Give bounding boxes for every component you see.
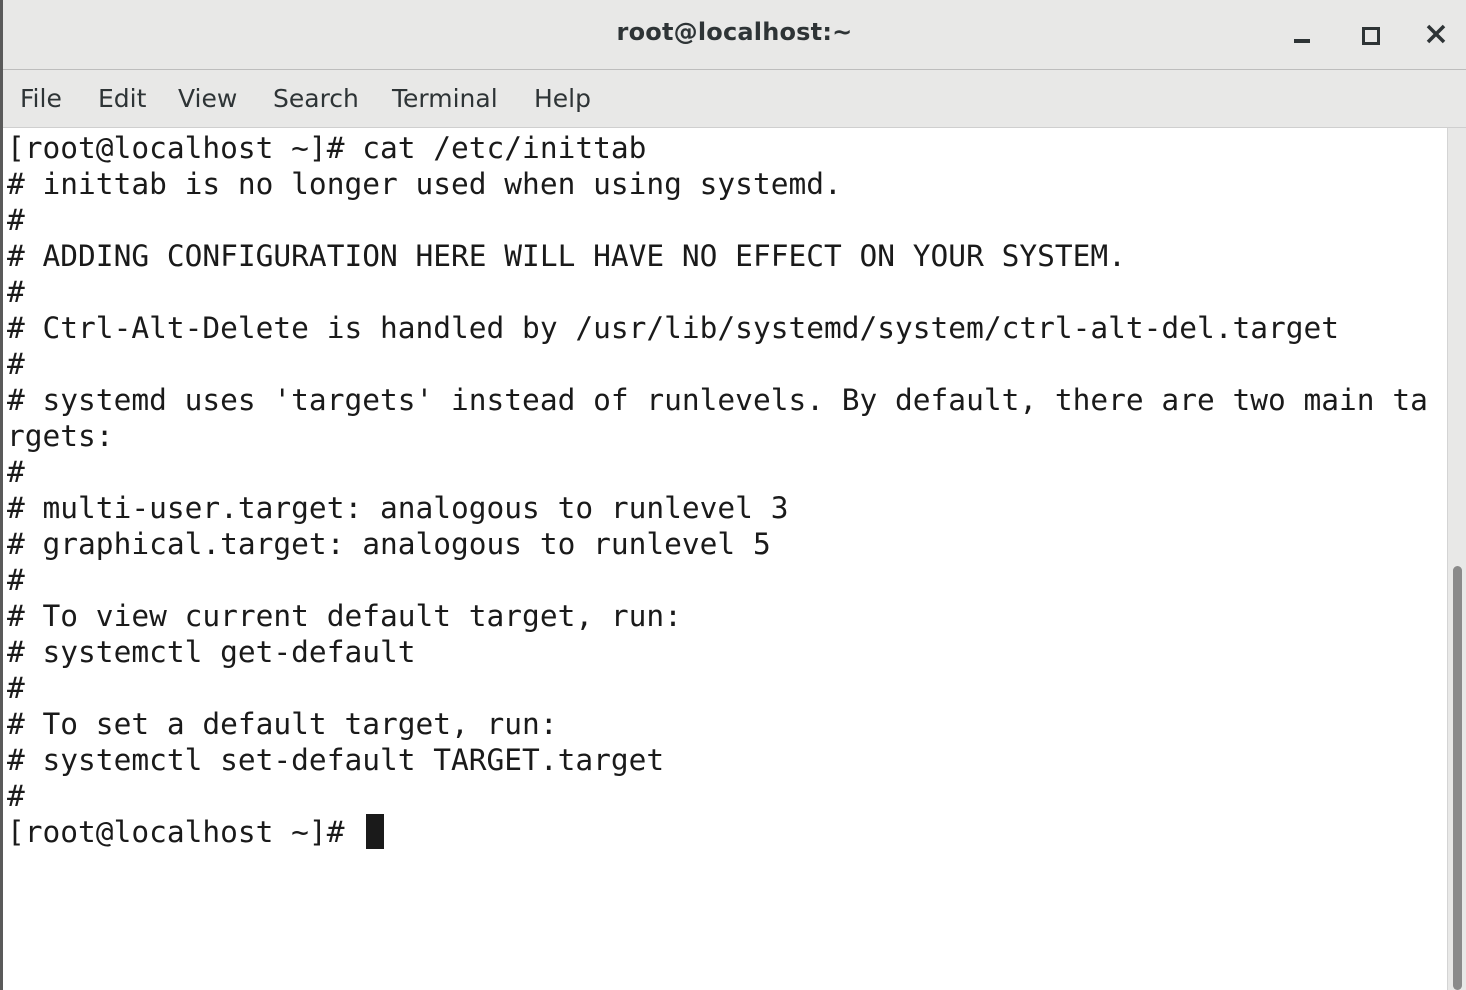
terminal-line: # bbox=[7, 275, 25, 309]
terminal-line: # bbox=[7, 563, 25, 597]
terminal-line: # To set a default target, run: bbox=[7, 707, 558, 741]
minimize-button[interactable] bbox=[1278, 14, 1322, 54]
title-bar[interactable]: root@localhost:~ bbox=[3, 0, 1466, 70]
menu-terminal[interactable]: Terminal bbox=[392, 84, 498, 113]
menu-view[interactable]: View bbox=[178, 84, 237, 113]
menu-bar: File Edit View Search Terminal Help bbox=[3, 70, 1466, 128]
terminal-line: # To view current default target, run: bbox=[7, 599, 682, 633]
terminal-line: # ADDING CONFIGURATION HERE WILL HAVE NO… bbox=[7, 239, 1126, 273]
scrollbar-thumb[interactable] bbox=[1453, 566, 1462, 990]
terminal-line: # systemd uses 'targets' instead of runl… bbox=[7, 383, 1428, 417]
terminal-line: rgets: bbox=[7, 419, 114, 453]
terminal-line: # systemctl get-default bbox=[7, 635, 416, 669]
window-title: root@localhost:~ bbox=[616, 18, 853, 46]
terminal-output[interactable]: [root@localhost ~]# cat /etc/inittab # i… bbox=[3, 128, 1447, 990]
terminal-line: # systemctl set-default TARGET.target bbox=[7, 743, 665, 777]
terminal-cursor bbox=[366, 814, 384, 849]
terminal-line: # multi-user.target: analogous to runlev… bbox=[7, 491, 789, 525]
terminal-line: # inittab is no longer used when using s… bbox=[7, 167, 842, 201]
close-icon bbox=[1426, 24, 1446, 44]
terminal-line: # bbox=[7, 203, 25, 237]
menu-help[interactable]: Help bbox=[534, 84, 591, 113]
terminal-line: # bbox=[7, 455, 25, 489]
terminal-line: [root@localhost ~]# cat /etc/inittab bbox=[7, 131, 647, 165]
terminal-prompt-line: [root@localhost ~]# bbox=[7, 815, 363, 849]
menu-edit[interactable]: Edit bbox=[98, 84, 146, 113]
terminal-line: # bbox=[7, 779, 25, 813]
minimize-icon bbox=[1294, 39, 1310, 43]
close-button[interactable] bbox=[1414, 14, 1458, 54]
maximize-icon bbox=[1362, 27, 1380, 45]
maximize-button[interactable] bbox=[1346, 14, 1390, 54]
terminal-line: # bbox=[7, 347, 25, 381]
terminal-line: # Ctrl-Alt-Delete is handled by /usr/lib… bbox=[7, 311, 1340, 345]
menu-file[interactable]: File bbox=[20, 84, 62, 113]
terminal-window: root@localhost:~ File Edit View Search T… bbox=[0, 0, 1466, 990]
terminal-line: # bbox=[7, 671, 25, 705]
terminal-line: # graphical.target: analogous to runleve… bbox=[7, 527, 771, 561]
menu-search[interactable]: Search bbox=[273, 84, 359, 113]
vertical-scrollbar[interactable] bbox=[1447, 128, 1466, 990]
